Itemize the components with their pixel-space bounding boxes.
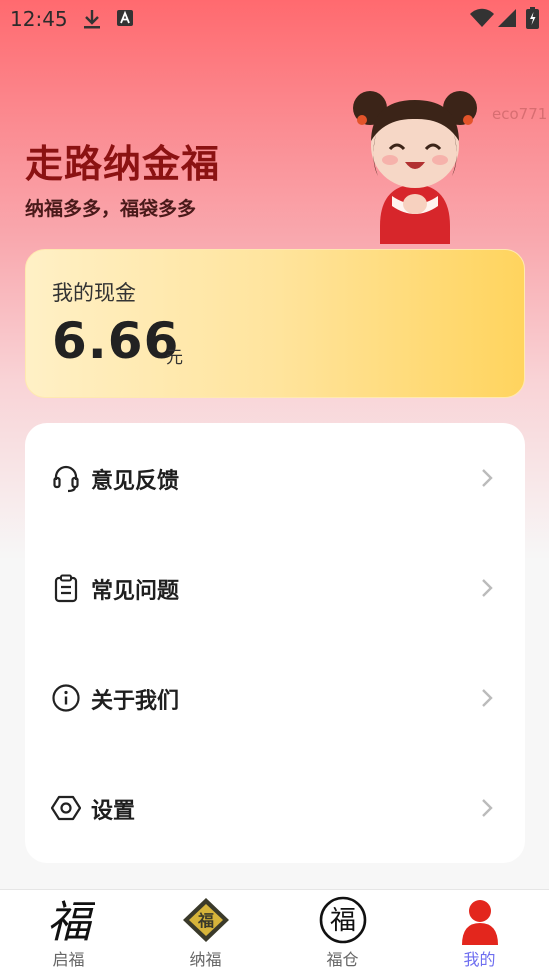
cash-unit: 元 [166,348,183,368]
menu-item-label: 设置 [91,799,136,824]
headset-icon [53,465,79,493]
tab-label: 纳福 [189,950,222,969]
menu-item-about[interactable]: 关于我们 [25,643,525,753]
tab-label: 我的 [463,950,496,969]
chevron-right-icon [482,579,493,597]
mascot-girl-illustration [353,91,477,244]
chevron-right-icon [482,469,493,487]
menu-card: 意见反馈 常见问题 关于我们 设置 [25,423,525,863]
svg-text:福: 福 [47,897,95,945]
person-icon [462,900,498,945]
hero-subtitle: 纳福多多，福袋多多 [25,198,197,220]
cash-label: 我的现金 [52,281,136,305]
clipboard-icon [54,574,78,603]
info-icon [52,684,80,712]
watermark-text: eco771 [492,105,548,123]
font-a-icon [117,10,133,26]
settings-hex-icon [51,795,81,821]
svg-text:福: 福 [197,911,214,930]
tab-label: 启福 [52,950,85,969]
hero-title: 走路纳金福 [25,141,221,186]
status-bar: 12:45 [0,0,549,38]
tab-qifu[interactable]: 福 启福 [0,890,137,977]
menu-item-label: 关于我们 [91,689,180,714]
tab-mine[interactable]: 我的 [411,890,548,977]
bottom-tab-bar: 福 启福 福 纳福 福 福仓 我的 [0,889,549,977]
battery-icon [526,7,539,29]
tab-label: 福仓 [326,950,359,969]
wifi-icon [470,8,494,27]
svg-text:福: 福 [330,906,356,936]
download-icon [84,10,100,29]
signal-icon [498,9,516,27]
tab-fucang[interactable]: 福 福仓 [274,890,411,977]
chevron-right-icon [482,689,493,707]
diamond-fu-icon: 福 [183,898,229,942]
cash-amount: 6.66 [52,312,180,370]
menu-item-feedback[interactable]: 意见反馈 [25,423,525,533]
status-time: 12:45 [10,7,68,31]
cash-card[interactable]: 我的现金 6.66 元 [25,249,525,398]
tab-nafu[interactable]: 福 纳福 [137,890,274,977]
menu-item-label: 意见反馈 [91,469,180,494]
chevron-right-icon [482,799,493,817]
circle-fu-icon: 福 [319,896,367,944]
menu-item-label: 常见问题 [91,579,180,604]
menu-item-settings[interactable]: 设置 [25,753,525,863]
menu-item-faq[interactable]: 常见问题 [25,533,525,643]
calligraphy-fu-icon: 福 [47,897,95,945]
